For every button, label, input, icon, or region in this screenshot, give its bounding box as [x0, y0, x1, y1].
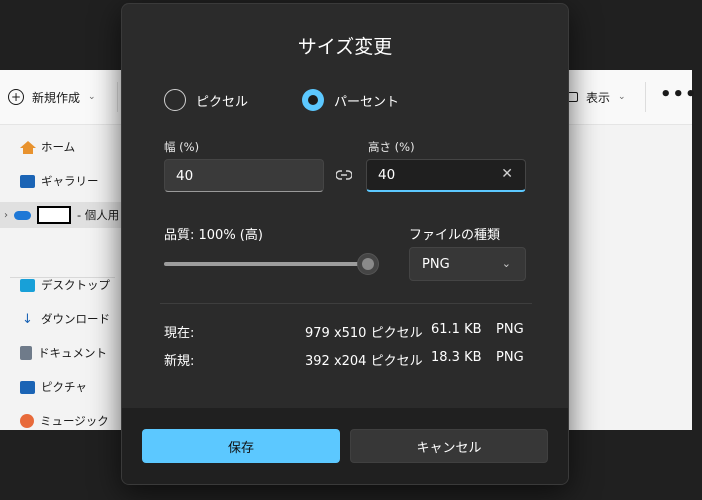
quality-slider-thumb[interactable]	[357, 253, 379, 275]
new-label: 新規:	[164, 354, 195, 369]
desktop-icon	[20, 278, 35, 292]
height-input[interactable]: 40 ✕	[366, 159, 526, 192]
current-size: 61.1 KB	[431, 322, 482, 337]
toolbar-divider	[117, 82, 118, 112]
save-button[interactable]: 保存	[142, 429, 340, 463]
current-label: 現在:	[164, 326, 195, 341]
radio-button-checked[interactable]	[302, 89, 324, 111]
new-button[interactable]: + 新規作成 ⌄	[8, 87, 96, 107]
radio-pixel[interactable]: ピクセル	[164, 89, 248, 111]
onedrive-icon	[14, 210, 31, 220]
cancel-button[interactable]: キャンセル	[350, 429, 548, 463]
music-icon	[20, 414, 34, 428]
home-icon	[20, 140, 36, 154]
sidebar-item-label: ホーム	[41, 140, 76, 154]
sidebar-item-label: - 個人用	[77, 208, 120, 222]
sidebar-item-label: デスクトップ	[41, 278, 110, 292]
sidebar-item-label: ピクチャ	[41, 380, 87, 394]
view-button-label: 表示	[586, 90, 611, 105]
new-button-label: 新規作成	[32, 90, 81, 105]
sidebar-item-label: ダウンロード	[41, 312, 110, 326]
sidebar-item-gallery[interactable]: ギャラリー	[0, 168, 122, 194]
redacted-name	[37, 206, 71, 224]
sidebar-item-label: ドキュメント	[38, 346, 107, 360]
dialog-footer: 保存 キャンセル	[122, 408, 568, 484]
chevron-right-icon: ›	[4, 209, 8, 221]
sidebar-item-onedrive[interactable]: › - 個人用	[0, 202, 122, 228]
radio-pixel-label: ピクセル	[196, 94, 249, 110]
sidebar-item-home[interactable]: ホーム	[0, 134, 122, 160]
chevron-down-icon: ⌄	[618, 92, 626, 102]
sidebar-item-downloads[interactable]: ↓ ダウンロード	[0, 306, 122, 332]
current-dimensions: 979 x510 ピクセル	[305, 326, 423, 341]
width-label: 幅 (%)	[164, 140, 200, 154]
sidebar-item-documents[interactable]: ドキュメント	[0, 340, 122, 366]
divider	[160, 303, 532, 304]
new-size: 18.3 KB	[431, 350, 482, 365]
sidebar-item-label: ミュージック	[40, 414, 109, 428]
file-type-value: PNG	[422, 256, 450, 272]
more-options-button[interactable]: •••	[660, 84, 698, 105]
sidebar-item-desktop[interactable]: デスクトップ	[0, 272, 122, 298]
radio-button-unchecked[interactable]	[164, 89, 186, 111]
chevron-down-icon: ⌄	[88, 92, 96, 102]
view-button[interactable]: 表示 ⌄	[566, 87, 626, 107]
radio-percent-label: パーセント	[334, 94, 400, 110]
sidebar-item-label: ギャラリー	[41, 174, 99, 188]
chevron-down-icon: ⌄	[501, 257, 511, 270]
file-type-select[interactable]: PNG ⌄	[409, 247, 526, 281]
gallery-icon	[20, 174, 35, 188]
plus-icon: +	[8, 89, 24, 105]
sidebar-item-pictures[interactable]: ピクチャ	[0, 374, 122, 400]
resize-dialog: サイズ変更 ピクセル パーセント 幅 (%) 40 高さ (%) 40 ✕ 品質…	[121, 3, 569, 485]
new-format: PNG	[496, 350, 524, 365]
current-format: PNG	[496, 322, 524, 337]
toolbar-divider	[645, 82, 646, 112]
file-type-label: ファイルの種類	[409, 228, 501, 243]
download-icon: ↓	[22, 311, 33, 327]
sidebar-item-music[interactable]: ミュージック	[0, 408, 122, 434]
quality-label: 品質: 100% (高)	[164, 228, 263, 243]
width-value: 40	[176, 167, 194, 184]
height-label: 高さ (%)	[368, 140, 415, 154]
height-value: 40	[378, 167, 396, 183]
width-input[interactable]: 40	[164, 159, 324, 192]
pictures-icon	[20, 380, 35, 394]
clear-icon[interactable]: ✕	[501, 166, 513, 182]
dialog-title: サイズ変更	[297, 36, 393, 58]
quality-slider-track[interactable]	[164, 262, 368, 266]
documents-icon	[20, 346, 32, 360]
new-dimensions: 392 x204 ピクセル	[305, 354, 423, 369]
current-info-row: 現在: 979 x510 ピクセル 61.1 KB PNG	[164, 322, 532, 342]
new-info-row: 新規: 392 x204 ピクセル 18.3 KB PNG	[164, 350, 532, 370]
navigation-pane: ホーム ギャラリー › - 個人用 デスクトップ ↓ ダウンロード ドキュメント…	[0, 126, 122, 430]
radio-percent[interactable]: パーセント	[302, 89, 399, 111]
link-icon[interactable]	[336, 168, 352, 182]
